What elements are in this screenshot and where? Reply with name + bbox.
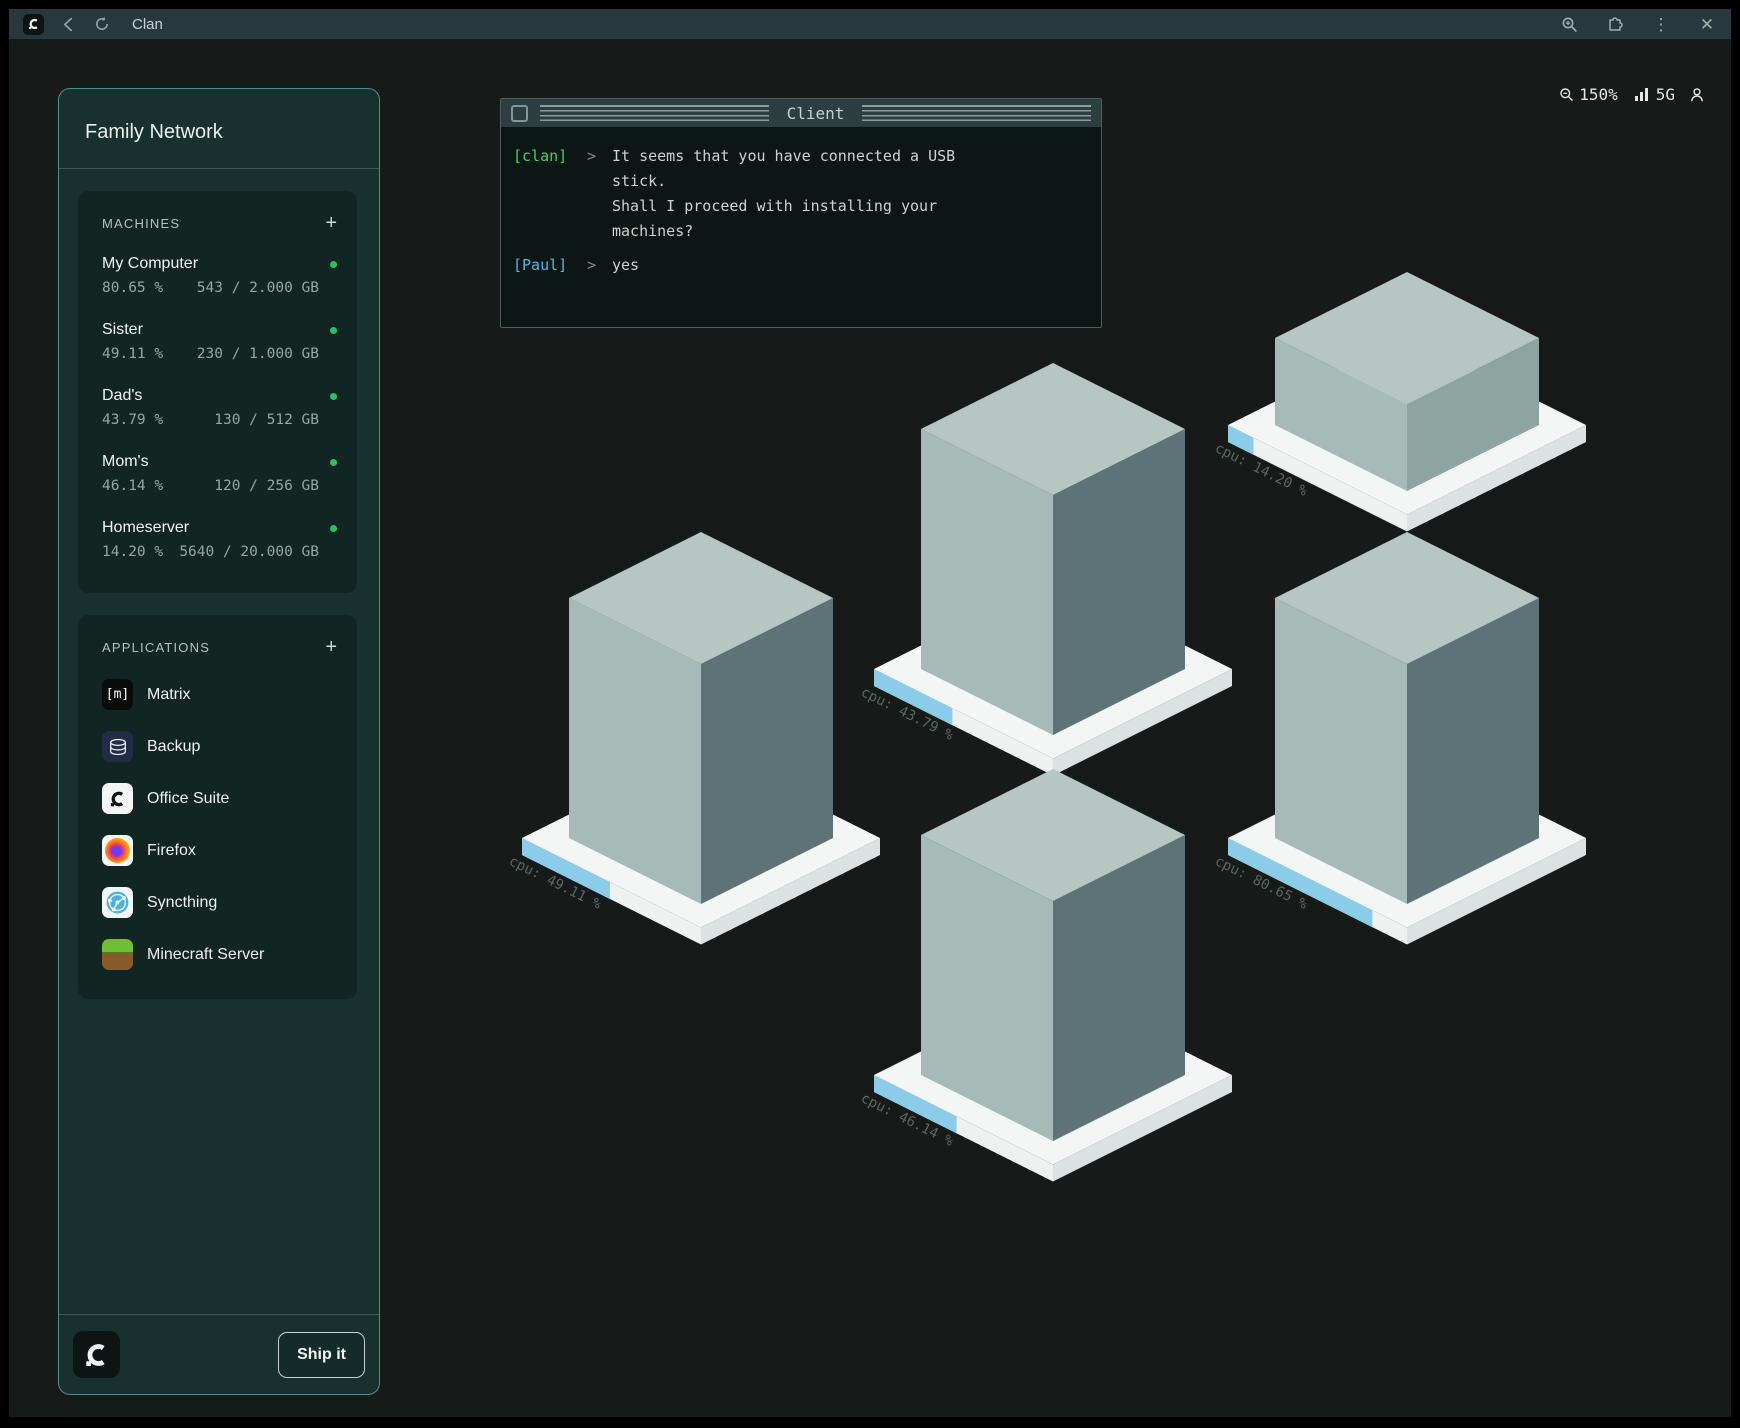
sidebar: Family Network MACHINES + My Computer 80.… <box>58 88 380 1395</box>
titlebar-stripes-left <box>540 105 769 121</box>
sidebar-footer: Ship it <box>59 1314 379 1394</box>
machine-storage: 130 / 512 GB <box>214 412 319 428</box>
back-icon[interactable] <box>58 14 78 34</box>
firefox-icon <box>102 835 133 866</box>
terminal-title: Client <box>781 104 851 123</box>
application-name: Backup <box>147 738 200 756</box>
application-row[interactable]: Office Suite <box>102 783 337 814</box>
status-indicators: 150% 5G <box>1559 85 1705 104</box>
page-title: Clan <box>132 16 163 33</box>
machine-cpu: 80.65 % <box>102 280 163 296</box>
application-name: Syncthing <box>147 894 217 912</box>
machine-storage: 120 / 256 GB <box>214 478 319 494</box>
machines-header: MACHINES <box>102 216 180 231</box>
machine-cube-homeserver[interactable]: cpu: 14.20 % <box>1228 272 1586 532</box>
message-text: yes <box>612 253 639 278</box>
ship-it-button[interactable]: Ship it <box>278 1332 365 1378</box>
zoom-icon[interactable] <box>1559 14 1579 34</box>
divider <box>59 168 379 169</box>
application-name: Office Suite <box>147 790 229 808</box>
add-application-button[interactable]: + <box>325 637 337 657</box>
machine-cube-mom-s[interactable]: cpu: 46.14 % <box>874 769 1232 1182</box>
extensions-icon[interactable] <box>1605 14 1625 34</box>
machine-cpu: 49.11 % <box>102 346 163 362</box>
terminal-body: [clan]>It seems that you have connected … <box>501 128 1101 303</box>
machine-cube-sister[interactable]: cpu: 49.11 % <box>522 532 880 945</box>
message-arrow: > <box>571 144 612 244</box>
user-icon <box>1689 87 1705 103</box>
application-name: Firefox <box>147 842 196 860</box>
refresh-icon[interactable] <box>92 14 112 34</box>
machine-status-dot <box>330 525 337 532</box>
machines-panel: MACHINES + My Computer 80.65 % 543 / 2.000… <box>78 191 357 593</box>
machine-storage: 5640 / 20.000 GB <box>179 544 319 560</box>
clan-logo-icon <box>73 1331 120 1378</box>
backup-icon <box>102 731 133 762</box>
titlebar: Clan ⋮ ✕ <box>9 9 1731 39</box>
machine-cpu: 46.14 % <box>102 478 163 494</box>
matrix-icon: [m] <box>102 679 133 710</box>
titlebar-stripes-right <box>862 105 1091 121</box>
machine-cube-my-computer[interactable]: cpu: 80.65 % <box>1228 532 1586 945</box>
terminal-window-button[interactable] <box>511 105 528 122</box>
client-terminal-window: Client [clan]>It seems that you have con… <box>500 98 1102 328</box>
machine-cpu: 14.20 % <box>102 544 163 560</box>
application-row[interactable]: Syncthing <box>102 887 337 918</box>
message-speaker: [clan] <box>513 144 571 244</box>
machine-name: Homeserver <box>102 519 189 537</box>
applications-panel: APPLICATIONS + [m] Matrix Backup Office Sui… <box>78 615 357 999</box>
applications-header: APPLICATIONS <box>102 640 210 655</box>
application-row[interactable]: Firefox <box>102 835 337 866</box>
terminal-message: [clan]>It seems that you have connected … <box>513 144 1089 244</box>
terminal-message: [Paul]>yes <box>513 253 1089 278</box>
message-speaker: [Paul] <box>513 253 571 278</box>
machine-storage: 543 / 2.000 GB <box>197 280 319 296</box>
network-label: 5G <box>1656 85 1675 104</box>
machine-name: Sister <box>102 321 143 339</box>
application-row[interactable]: [m] Matrix <box>102 679 337 710</box>
machine-row[interactable]: My Computer 80.65 % 543 / 2.000 GB <box>102 255 337 296</box>
magnifier-icon <box>1559 87 1575 103</box>
machine-row[interactable]: Mom's 46.14 % 120 / 256 GB <box>102 453 337 494</box>
zoom-level: 150% <box>1579 85 1618 104</box>
message-text: It seems that you have connected a USBst… <box>612 144 955 244</box>
minecraft-icon <box>102 939 133 970</box>
machine-name: My Computer <box>102 255 198 273</box>
machine-cpu: 43.79 % <box>102 412 163 428</box>
message-arrow: > <box>571 253 612 278</box>
terminal-titlebar[interactable]: Client <box>501 99 1101 128</box>
sidebar-title: Family Network <box>59 89 379 168</box>
syncthing-icon <box>102 887 133 918</box>
machine-status-dot <box>330 327 337 334</box>
machine-row[interactable]: Sister 49.11 % 230 / 1.000 GB <box>102 321 337 362</box>
close-icon[interactable]: ✕ <box>1697 14 1717 34</box>
app-window: Clan ⋮ ✕ 150% <box>9 9 1731 1417</box>
machine-name: Dad's <box>102 387 142 405</box>
application-row[interactable]: Minecraft Server <box>102 939 337 970</box>
menu-icon[interactable]: ⋮ <box>1651 14 1671 34</box>
machine-status-dot <box>330 261 337 268</box>
add-machine-button[interactable]: + <box>325 213 337 233</box>
office-suite-icon <box>102 783 133 814</box>
machine-name: Mom's <box>102 453 149 471</box>
machine-row[interactable]: Dad's 43.79 % 130 / 512 GB <box>102 387 337 428</box>
machine-status-dot <box>330 393 337 400</box>
machine-cube-dad-s[interactable]: cpu: 43.79 % <box>874 363 1232 776</box>
machine-status-dot <box>330 459 337 466</box>
signal-bars-icon <box>1634 87 1650 102</box>
application-row[interactable]: Backup <box>102 731 337 762</box>
application-name: Minecraft Server <box>147 946 264 964</box>
clan-logo-icon <box>23 14 44 35</box>
machine-storage: 230 / 1.000 GB <box>197 346 319 362</box>
application-name: Matrix <box>147 686 191 704</box>
machine-row[interactable]: Homeserver 14.20 % 5640 / 20.000 GB <box>102 519 337 560</box>
